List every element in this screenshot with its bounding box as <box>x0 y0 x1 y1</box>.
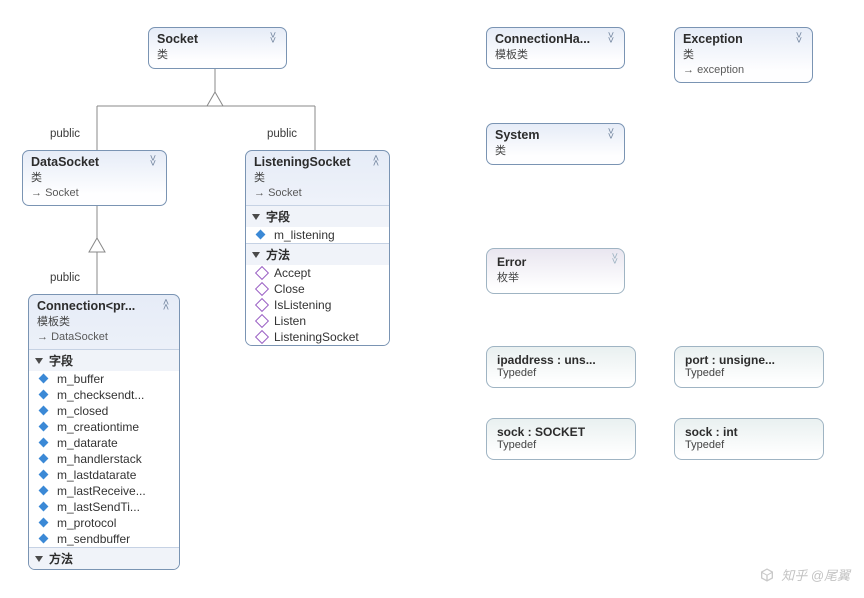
field-item[interactable]: m_protocol <box>29 515 179 531</box>
field-item[interactable]: m_handlerstack <box>29 451 179 467</box>
field-icon <box>39 390 51 400</box>
chevron-down-icon[interactable]: ˅˅ <box>792 33 806 45</box>
typedef-sock-socket[interactable]: sock : SOCKET Typedef <box>486 418 636 460</box>
method-item[interactable]: Accept <box>246 265 389 281</box>
class-title: DataSocket <box>31 155 158 169</box>
class-title: Exception <box>683 32 804 46</box>
class-stereotype: 类 <box>31 169 158 185</box>
class-exception[interactable]: Exception 类 → exception ˅˅ <box>674 27 813 83</box>
chevron-down-icon[interactable]: ˅˅ <box>266 33 280 45</box>
method-icon <box>256 268 268 278</box>
class-title: System <box>495 128 616 142</box>
class-inherits: → DataSocket <box>37 331 171 343</box>
class-stereotype: 类 <box>683 46 804 62</box>
class-stereotype: 类 <box>495 142 616 158</box>
class-stereotype: 模板类 <box>37 313 171 329</box>
field-icon <box>39 486 51 496</box>
class-title: Socket <box>157 32 278 46</box>
class-listeningsocket[interactable]: ListeningSocket 类 → Socket ˄˄ 字段 m_liste… <box>245 150 390 346</box>
field-item[interactable]: m_listening <box>246 227 389 243</box>
typedef-ipaddress[interactable]: ipaddress : uns... Typedef <box>486 346 636 388</box>
field-icon <box>39 502 51 512</box>
inheritance-label: public <box>50 128 80 140</box>
enum-error[interactable]: Error 枚举 ˅˅ <box>486 248 625 294</box>
method-item[interactable]: IsListening <box>246 297 389 313</box>
zhihu-icon <box>759 567 775 583</box>
chevron-down-icon[interactable]: ˅˅ <box>604 129 618 141</box>
field-item[interactable]: m_sendbuffer <box>29 531 179 547</box>
field-icon <box>39 374 51 384</box>
typedef-sub: Typedef <box>497 367 625 379</box>
typedef-sub: Typedef <box>497 439 625 451</box>
section-fields[interactable]: 字段 <box>246 205 389 227</box>
class-title: ListeningSocket <box>254 155 381 169</box>
field-icon <box>39 406 51 416</box>
section-methods[interactable]: 方法 <box>29 547 179 569</box>
chevron-up-icon[interactable]: ˄˄ <box>369 156 383 168</box>
field-icon <box>39 534 51 544</box>
enum-stereotype: 枚举 <box>497 269 614 285</box>
enum-title: Error <box>497 255 614 269</box>
class-stereotype: 模板类 <box>495 46 616 62</box>
method-icon <box>256 300 268 310</box>
field-icon <box>39 454 51 464</box>
method-icon <box>256 332 268 342</box>
class-title: Connection<pr... <box>37 299 171 313</box>
class-title: ConnectionHa... <box>495 32 616 46</box>
method-item[interactable]: Listen <box>246 313 389 329</box>
method-icon <box>256 316 268 326</box>
field-item[interactable]: m_lastdatarate <box>29 467 179 483</box>
field-icon <box>39 438 51 448</box>
field-item[interactable]: m_datarate <box>29 435 179 451</box>
method-icon <box>256 284 268 294</box>
class-connection[interactable]: Connection<pr... 模板类 → DataSocket ˄˄ 字段 … <box>28 294 180 570</box>
field-item[interactable]: m_closed <box>29 403 179 419</box>
class-stereotype: 类 <box>157 46 278 62</box>
class-datasocket[interactable]: DataSocket 类 → Socket ˅˅ <box>22 150 167 206</box>
typedef-title: sock : int <box>685 425 813 439</box>
chevron-down-icon[interactable]: ˅˅ <box>612 255 618 265</box>
typedef-sub: Typedef <box>685 439 813 451</box>
field-item[interactable]: m_checksendt... <box>29 387 179 403</box>
field-icon <box>39 422 51 432</box>
class-inherits: → Socket <box>254 187 381 199</box>
field-icon <box>39 470 51 480</box>
inheritance-label: public <box>267 128 297 140</box>
field-item[interactable]: m_lastSendTi... <box>29 499 179 515</box>
chevron-down-icon[interactable]: ˅˅ <box>146 156 160 168</box>
typedef-title: sock : SOCKET <box>497 425 625 439</box>
field-item[interactable]: m_buffer <box>29 371 179 387</box>
typedef-title: port : unsigne... <box>685 353 813 367</box>
field-icon <box>256 230 268 240</box>
class-socket[interactable]: Socket 类 ˅˅ <box>148 27 287 69</box>
field-item[interactable]: m_creationtime <box>29 419 179 435</box>
field-item[interactable]: m_lastReceive... <box>29 483 179 499</box>
class-inherits: → exception <box>683 64 804 76</box>
typedef-port[interactable]: port : unsigne... Typedef <box>674 346 824 388</box>
field-icon <box>39 518 51 528</box>
section-methods[interactable]: 方法 <box>246 243 389 265</box>
inheritance-label: public <box>50 272 80 284</box>
chevron-down-icon[interactable]: ˅˅ <box>604 33 618 45</box>
typedef-sock-int[interactable]: sock : int Typedef <box>674 418 824 460</box>
typedef-sub: Typedef <box>685 367 813 379</box>
watermark: 知乎 @尾翼 <box>759 565 850 584</box>
class-stereotype: 类 <box>254 169 381 185</box>
class-connectionhandler[interactable]: ConnectionHa... 模板类 ˅˅ <box>486 27 625 69</box>
chevron-up-icon[interactable]: ˄˄ <box>159 300 173 312</box>
typedef-title: ipaddress : uns... <box>497 353 625 367</box>
class-inherits: → Socket <box>31 187 158 199</box>
method-item[interactable]: ListeningSocket <box>246 329 389 345</box>
method-item[interactable]: Close <box>246 281 389 297</box>
class-system[interactable]: System 类 ˅˅ <box>486 123 625 165</box>
section-fields[interactable]: 字段 <box>29 349 179 371</box>
